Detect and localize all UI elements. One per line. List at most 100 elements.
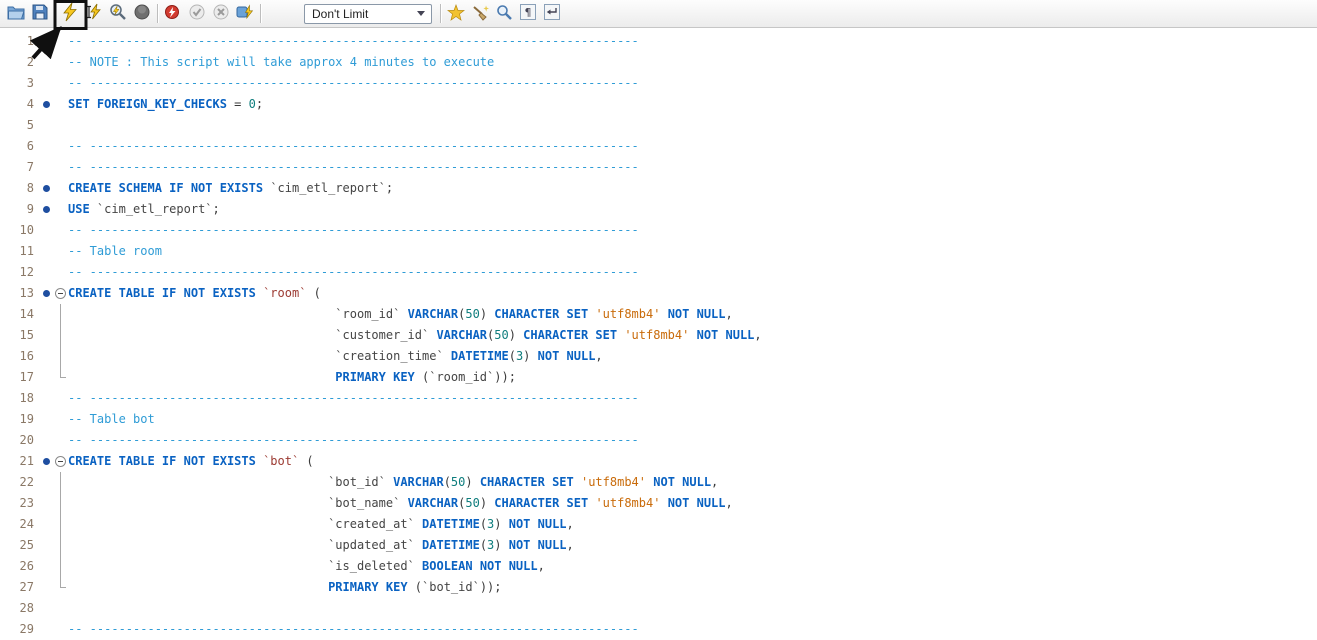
code-text: -- -------------------------------------… [68,262,639,283]
open-folder-icon [7,5,25,23]
fold-cell [53,136,68,157]
stop-query-button[interactable] [130,1,154,26]
code-text: `created_at` DATETIME(3) NOT NULL, [68,514,574,535]
rollback-button[interactable] [209,1,233,26]
execute-current-statement-button[interactable] [82,1,106,26]
toolbar-separator [440,4,441,23]
line-number: 13 [0,283,40,304]
open-script-button[interactable] [4,1,28,26]
code-text: USE `cim_etl_report`; [68,199,220,220]
line-number: 1 [0,31,40,52]
line-number: 23 [0,493,40,514]
line-number: 19 [0,409,40,430]
line-number: 20 [0,430,40,451]
line-number: 14 [0,304,40,325]
code-text: -- -------------------------------------… [68,73,639,94]
fold-cell [53,577,68,598]
line-number: 16 [0,346,40,367]
marker-cell [40,514,53,535]
line-number: 10 [0,220,40,241]
line-number: 7 [0,157,40,178]
fold-toggle[interactable] [53,451,68,472]
statement-marker-dot [43,101,50,108]
code-line: 2-- NOTE : This script will take approx … [0,52,1317,73]
code-line: 13CREATE TABLE IF NOT EXISTS `room` ( [0,283,1317,304]
toolbar-separator [260,4,261,23]
code-line: 9 USE `cim_etl_report`; [0,199,1317,220]
code-line: 23 `bot_name` VARCHAR(50) CHARACTER SET '… [0,493,1317,514]
svg-text:¶: ¶ [525,6,532,19]
fold-cell [53,325,68,346]
line-number: 18 [0,388,40,409]
marker-cell [40,115,53,136]
fold-cell [53,31,68,52]
marker-cell [40,304,53,325]
code-text: `room_id` VARCHAR(50) CHARACTER SET 'utf… [68,304,733,325]
beautify-script-button[interactable] [444,1,468,26]
code-text: -- -------------------------------------… [68,157,639,178]
stop-on-error-icon [164,4,182,23]
code-line: 3 -- ------------------------------------… [0,73,1317,94]
find-button[interactable] [492,1,516,26]
save-script-button[interactable] [28,1,52,26]
line-number: 21 [0,451,40,472]
limit-dropdown[interactable]: Don't Limit [304,4,432,24]
fold-cell [53,556,68,577]
sql-editor-toolbar: Don't Limit [0,0,1317,28]
fold-cell [53,115,68,136]
fold-cell [53,94,68,115]
code-text: `is_deleted` BOOLEAN NOT NULL, [68,556,545,577]
toggle-wrap-button[interactable] [540,1,564,26]
line-number: 25 [0,535,40,556]
code-text: `bot_name` VARCHAR(50) CHARACTER SET 'ut… [68,493,733,514]
statement-marker-dot [43,290,50,297]
clean-button[interactable] [468,1,492,26]
code-line: 5 [0,115,1317,136]
code-line: 27PRIMARY KEY (`bot_id`)); [0,577,1317,598]
fold-cell [53,178,68,199]
fold-cell [53,262,68,283]
code-line: 14 `room_id` VARCHAR(50) CHARACTER SET 'u… [0,304,1317,325]
code-line: 1-- ------------------------------------… [0,31,1317,52]
execute-lightning-icon [62,3,78,25]
marker-cell [40,325,53,346]
fold-cell [53,241,68,262]
line-number: 22 [0,472,40,493]
autocommit-icon [236,4,254,23]
marker-cell [40,178,53,199]
magnifier-lightning-icon [109,3,127,24]
fold-cell [53,367,68,388]
page: { "toolbar": { "limit_value": "Don't Lim… [0,0,1317,637]
line-number: 2 [0,52,40,73]
fold-toggle[interactable] [53,283,68,304]
fold-cell [53,409,68,430]
fold-cell [53,514,68,535]
marker-cell [40,451,53,472]
fold-cell [53,535,68,556]
marker-cell [40,556,53,577]
execute-script-button[interactable] [58,1,82,26]
line-number: 9 [0,199,40,220]
explain-query-button[interactable] [106,1,130,26]
statement-marker-dot [43,185,50,192]
code-editor[interactable]: 1 -- ------------------------------------… [0,28,1317,640]
line-number: 15 [0,325,40,346]
toolbar-separator [157,4,158,23]
toggle-autocommit-button[interactable] [233,1,257,26]
toggle-invisibles-button[interactable]: ¶ [516,1,540,26]
marker-cell [40,52,53,73]
code-line: 22`bot_id` VARCHAR(50) CHARACTER SET 'ut… [0,472,1317,493]
toggle-stop-on-error-button[interactable] [161,1,185,26]
line-number: 3 [0,73,40,94]
code-text: SET FOREIGN_KEY_CHECKS = 0; [68,94,263,115]
code-line: 21CREATE TABLE IF NOT EXISTS `bot` ( [0,451,1317,472]
fold-cell [53,73,68,94]
code-line: 4SET FOREIGN_KEY_CHECKS = 0; [0,94,1317,115]
code-line: 20-- -----------------------------------… [0,430,1317,451]
marker-cell [40,199,53,220]
broom-icon [471,4,489,24]
line-number: 26 [0,556,40,577]
commit-button[interactable] [185,1,209,26]
code-text: -- -------------------------------------… [68,388,639,409]
marker-cell [40,346,53,367]
